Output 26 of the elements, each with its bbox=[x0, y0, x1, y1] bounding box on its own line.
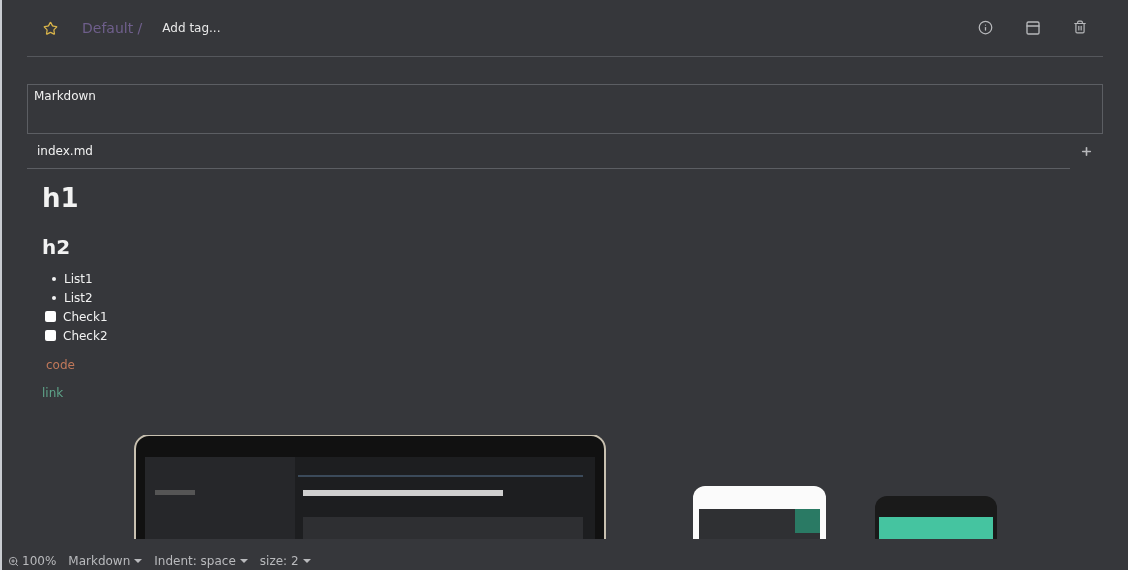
checkbox[interactable] bbox=[45, 311, 56, 322]
heading-one: h1 bbox=[42, 183, 80, 213]
list-item: List2 bbox=[64, 290, 93, 305]
zoom-icon bbox=[8, 555, 19, 567]
link[interactable]: link bbox=[42, 386, 64, 400]
list-item: List1 bbox=[64, 271, 93, 286]
inline-code: code bbox=[46, 358, 76, 372]
zoom-level: 100% bbox=[22, 554, 57, 568]
star-icon[interactable] bbox=[43, 20, 58, 36]
checkbox-label: Check1 bbox=[63, 309, 108, 324]
size-dropdown[interactable]: size: 2 bbox=[259, 554, 311, 568]
mode-dropdown[interactable]: Markdown bbox=[68, 554, 143, 568]
add-icon[interactable] bbox=[1080, 145, 1093, 158]
trash-icon[interactable] bbox=[1073, 20, 1087, 36]
indent-dropdown[interactable]: Indent: space bbox=[154, 554, 248, 568]
window-icon[interactable] bbox=[1025, 20, 1041, 36]
bullet-icon bbox=[52, 295, 56, 300]
file-tab[interactable]: index.md bbox=[27, 144, 103, 158]
bullet-icon bbox=[52, 276, 56, 281]
title-field[interactable]: Markdown bbox=[27, 84, 1103, 134]
checkbox-label: Check2 bbox=[63, 328, 108, 343]
checkbox[interactable] bbox=[45, 330, 56, 341]
folder-name: Default / bbox=[82, 20, 143, 36]
tag-input[interactable]: Add tag... bbox=[160, 20, 285, 36]
heading-two: h2 bbox=[42, 235, 72, 259]
info-icon[interactable] bbox=[978, 20, 993, 36]
